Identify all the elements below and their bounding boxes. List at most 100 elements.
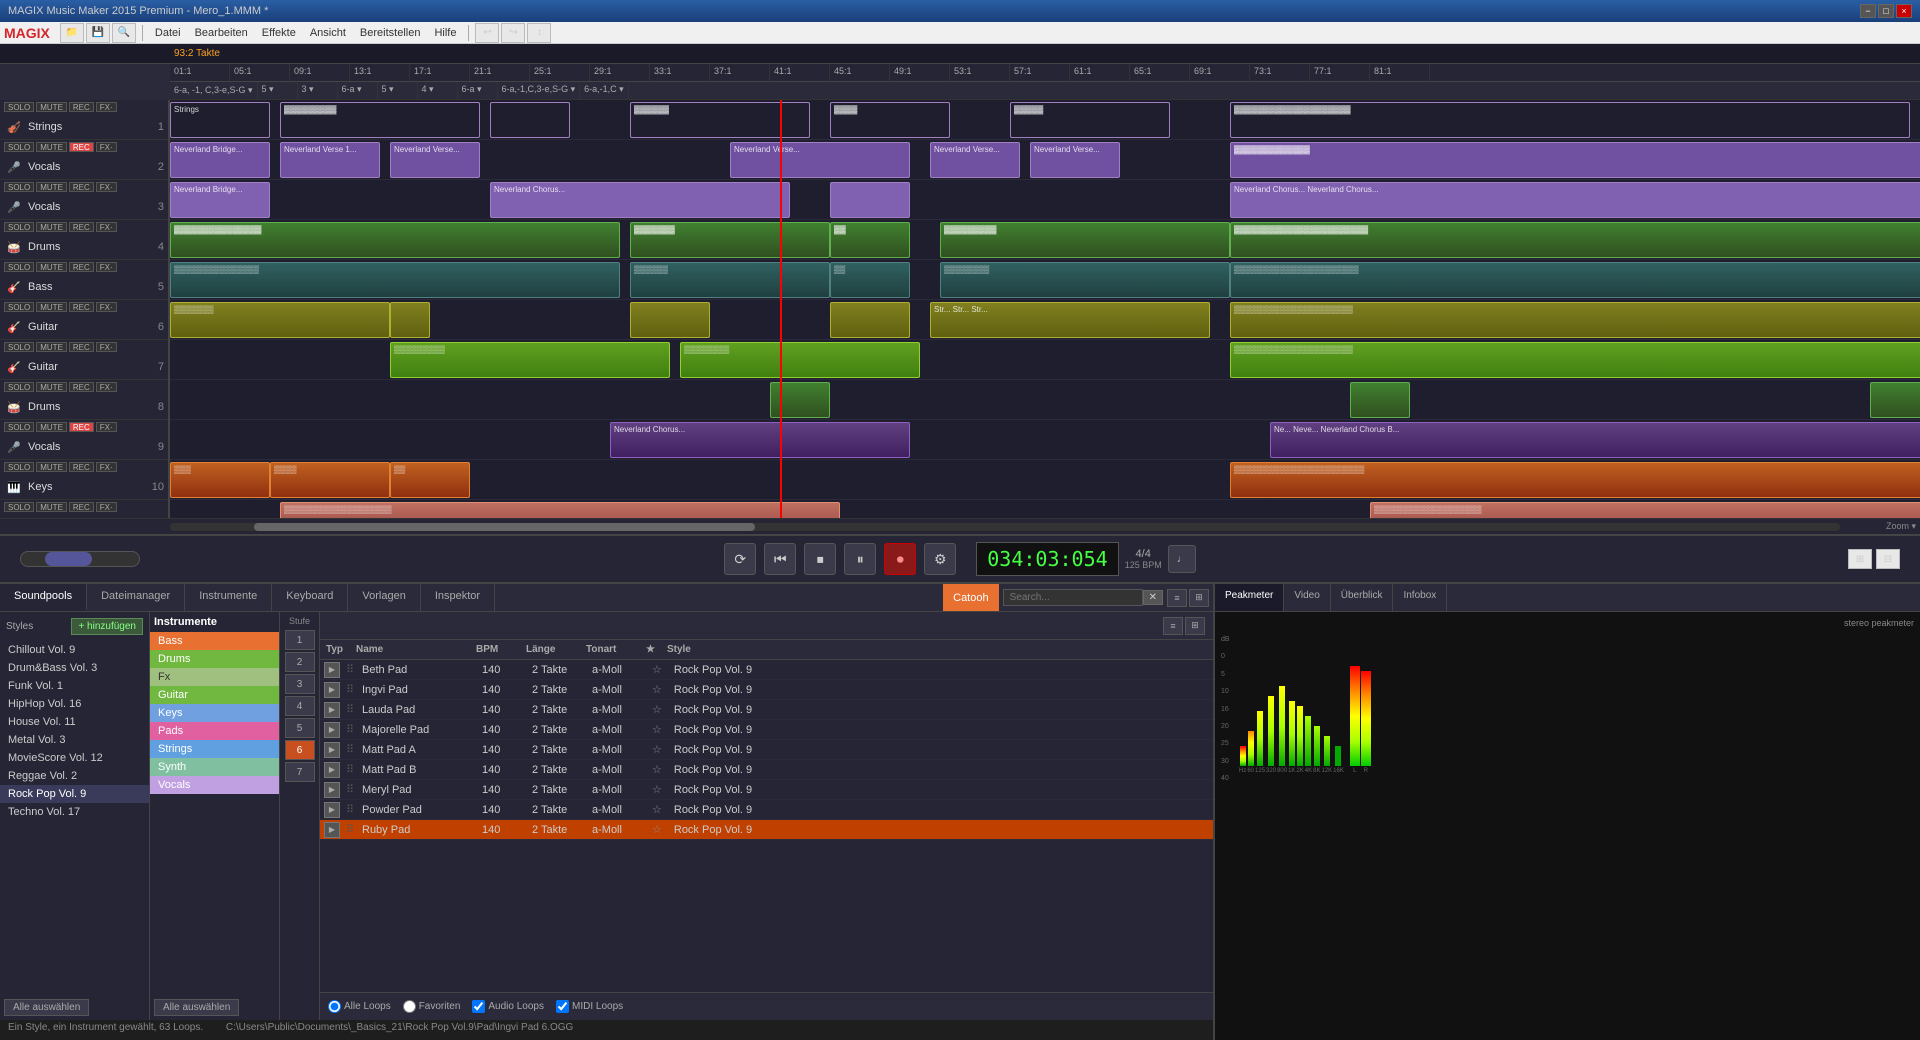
stop-btn[interactable]: ⏹ [804, 543, 836, 575]
solo-btn-6[interactable]: SOLO [4, 302, 34, 312]
block-guitar6-2[interactable] [390, 302, 430, 338]
scrollbar-thumb[interactable] [254, 523, 755, 531]
block-vocals2-7[interactable]: ▓▓▓▓▓▓▓▓▓▓▓▓▓ [1230, 142, 1920, 178]
block-drums8-3[interactable] [1870, 382, 1920, 418]
tab-uberblick[interactable]: Überblick [1331, 584, 1394, 611]
block-vocals2-2[interactable]: Neverland Verse 1... [280, 142, 380, 178]
rec-btn-11[interactable]: REC [69, 502, 94, 512]
add-style-btn[interactable]: + hinzufügen [71, 618, 143, 635]
stufe-1[interactable]: 1 [285, 630, 315, 650]
block-pads11-1[interactable]: ▒▒▒▒▒▒▒▒▒▒▒▒▒▒▒▒▒▒▒ [280, 502, 840, 518]
rec-btn-5[interactable]: REC [69, 262, 94, 272]
block-guitar7-3[interactable]: ▒▒▒▒▒▒▒▒▒▒▒▒▒▒▒▒▒▒▒▒▒ [1230, 342, 1920, 378]
block-strings-6[interactable]: ▓▓▓▓▓ [1010, 102, 1170, 138]
mute-btn-7[interactable]: MUTE [36, 342, 67, 352]
fx-btn-3[interactable]: FX· [96, 182, 117, 192]
block-drums4-5[interactable]: ▓▓▓▓▓▓▓▓▓▓▓▓▓▓▓▓▓▓▓▓▓▓▓ [1230, 222, 1920, 258]
block-drums4-1[interactable]: ▓▓▓▓▓▓▓▓▓▓▓▓▓▓▓ [170, 222, 620, 258]
loop-star-8[interactable]: ☆ [646, 820, 668, 839]
loop-play-6[interactable]: ▶ [324, 782, 340, 798]
tab-peakmeter[interactable]: Peakmeter [1215, 584, 1284, 611]
mute-btn-5[interactable]: MUTE [36, 262, 67, 272]
toolbar-cursor-btn[interactable]: ↕ [527, 23, 551, 43]
loop-play-5[interactable]: ▶ [324, 762, 340, 778]
fx-btn-11[interactable]: FX· [96, 502, 117, 512]
block-strings-2[interactable]: ▓▓▓▓▓▓▓▓▓ [280, 102, 480, 138]
mute-btn-6[interactable]: MUTE [36, 302, 67, 312]
block-drums8-2[interactable] [1350, 382, 1410, 418]
maximize-button[interactable]: □ [1878, 4, 1894, 18]
instrument-pads[interactable]: Pads [150, 722, 279, 740]
block-bass5-5[interactable]: ▒▒▒▒▒▒▒▒▒▒▒▒▒▒▒▒▒▒▒▒▒▒ [1230, 262, 1920, 298]
filter-fav-radio[interactable] [403, 1000, 416, 1013]
loop-grid-view-btn[interactable]: ⊞ [1185, 617, 1205, 635]
style-hiphop[interactable]: HipHop Vol. 16 [0, 695, 149, 713]
horizontal-scrollbar[interactable] [170, 523, 1840, 531]
block-guitar6-4[interactable] [830, 302, 910, 338]
col-name[interactable]: Name [350, 642, 470, 657]
grid-view-btn[interactable]: ⊞ [1189, 589, 1209, 607]
tab-keyboard[interactable]: Keyboard [272, 584, 348, 611]
tab-inspektor[interactable]: Inspektor [421, 584, 495, 611]
block-guitar6-5[interactable]: Str... Str... Str... [930, 302, 1210, 338]
fx-btn-2[interactable]: FX· [96, 142, 117, 152]
loop-drag-4[interactable]: ⠿ [344, 744, 356, 756]
loop-drag-6[interactable]: ⠿ [344, 784, 356, 796]
loop-star-1[interactable]: ☆ [646, 680, 668, 699]
loop-star-2[interactable]: ☆ [646, 700, 668, 719]
block-vocals2-5[interactable]: Neverland Verse... [930, 142, 1020, 178]
record-btn[interactable]: ⏺ [884, 543, 916, 575]
loop-range[interactable] [20, 551, 140, 567]
loop-star-5[interactable]: ☆ [646, 760, 668, 779]
stufe-3[interactable]: 3 [285, 674, 315, 694]
list-view-btn[interactable]: ≡ [1167, 589, 1187, 607]
block-guitar6-1[interactable]: ▒▒▒▒▒▒▒ [170, 302, 390, 338]
instrument-keys[interactable]: Keys [150, 704, 279, 722]
mute-btn-4[interactable]: MUTE [36, 222, 67, 232]
minimize-button[interactable]: − [1860, 4, 1876, 18]
instrument-strings[interactable]: Strings [150, 740, 279, 758]
select-all-btn[interactable]: Alle auswählen [154, 999, 239, 1016]
loop-play-4[interactable]: ▶ [324, 742, 340, 758]
loop-play-1[interactable]: ▶ [324, 682, 340, 698]
style-house[interactable]: House Vol. 11 [0, 713, 149, 731]
search-input[interactable] [1003, 589, 1143, 606]
filter-all-radio[interactable] [328, 1000, 341, 1013]
loop-star-0[interactable]: ☆ [646, 660, 668, 679]
fx-btn-10[interactable]: FX· [96, 462, 117, 472]
close-button[interactable]: × [1896, 4, 1912, 18]
loop-btn[interactable]: ⟳ [724, 543, 756, 575]
loop-star-6[interactable]: ☆ [646, 780, 668, 799]
instrument-synth[interactable]: Synth [150, 758, 279, 776]
block-guitar6-3[interactable] [630, 302, 710, 338]
style-techno[interactable]: Techno Vol. 17 [0, 803, 149, 821]
filter-audio-check[interactable] [472, 1000, 485, 1013]
col-style[interactable]: Style [661, 642, 781, 657]
mute-btn-2[interactable]: MUTE [36, 142, 67, 152]
toolbar-redo-btn[interactable]: ↪ [501, 23, 525, 43]
solo-btn-1[interactable]: SOLO [4, 102, 34, 112]
block-vocals9-2[interactable]: Ne... Neve... Neverland Chorus B... [1270, 422, 1920, 458]
filter-midi-check[interactable] [556, 1000, 569, 1013]
block-vocals2-1[interactable]: Neverland Bridge... [170, 142, 270, 178]
stufe-7[interactable]: 7 [285, 762, 315, 782]
toolbar-save-btn[interactable]: 💾 [86, 23, 110, 43]
loop-drag-2[interactable]: ⠿ [344, 704, 356, 716]
loop-drag-3[interactable]: ⠿ [344, 724, 356, 736]
fx-btn-1[interactable]: FX· [96, 102, 117, 112]
rec-btn-1[interactable]: REC [69, 102, 94, 112]
search-clear-btn[interactable]: ✕ [1143, 590, 1163, 605]
tab-instrumente[interactable]: Instrumente [185, 584, 272, 611]
instrument-drums[interactable]: Drums [150, 650, 279, 668]
col-key[interactable]: Tonart [580, 642, 640, 657]
view-list-btn[interactable]: ⊟ [1876, 549, 1900, 569]
block-vocals3-2[interactable]: Neverland Chorus... [490, 182, 790, 218]
block-guitar6-6[interactable]: ▒▒▒▒▒▒▒▒▒▒▒▒▒▒▒▒▒▒▒▒▒ [1230, 302, 1920, 338]
rec-btn-6[interactable]: REC [69, 302, 94, 312]
mute-btn-11[interactable]: MUTE [36, 502, 67, 512]
block-vocals3-3[interactable] [830, 182, 910, 218]
col-bpm[interactable]: BPM [470, 642, 520, 657]
loop-drag-8[interactable]: ⠿ [344, 824, 356, 836]
rewind-btn[interactable]: ⏮ [764, 543, 796, 575]
instrument-bass[interactable]: Bass [150, 632, 279, 650]
